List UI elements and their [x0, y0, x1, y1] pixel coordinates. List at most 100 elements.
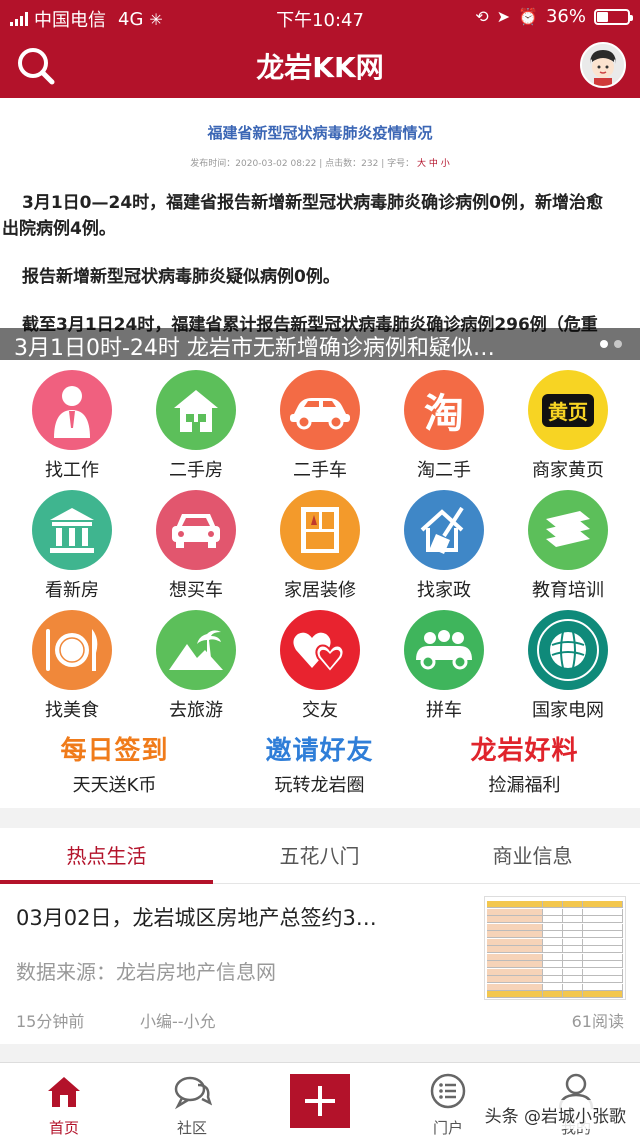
thumbnail-table-cell	[563, 946, 583, 953]
portal-list-icon	[430, 1073, 466, 1109]
tab-miscellany[interactable]: 五花八门	[213, 828, 426, 884]
category-food[interactable]: 找美食	[8, 606, 136, 724]
thumbnail-table-cell	[543, 968, 563, 976]
category-circle	[156, 490, 236, 570]
rotation-lock-icon: ⟲	[475, 7, 489, 26]
banner-doc-title: 福建省新型冠状病毒肺炎疫情情况	[207, 124, 433, 142]
tab-business-info[interactable]: 商业信息	[426, 828, 639, 884]
article-card[interactable]: 03月02日，龙岩城区房地产总签约3… 数据来源：龙岩房地产信息网 15分钟前 …	[0, 884, 640, 1044]
promo-title: 龙岩好料	[470, 736, 579, 766]
thumbnail-table-row	[487, 991, 623, 998]
nav-community[interactable]: 社区	[128, 1063, 256, 1138]
thumbnail-table-cell	[583, 923, 623, 931]
banner-doc-meta: 发布时间：2020-03-02 08:22 | 点击数：232 | 字号： 大 …	[0, 156, 640, 169]
promo-daily-checkin[interactable]: 每日签到 天天送K币	[8, 730, 221, 798]
thumbnail-table-cell	[563, 923, 583, 931]
category-circle	[156, 370, 236, 450]
category-buy-car[interactable]: 想买车	[132, 486, 260, 604]
category-label: 二手车	[293, 460, 347, 481]
category-label: 二手房	[169, 460, 223, 481]
category-education[interactable]: 教育培训	[504, 486, 632, 604]
thumbnail-table-cell	[563, 991, 583, 998]
nav-label: 首页	[48, 1119, 79, 1137]
thumbnail-table-cell	[563, 931, 583, 938]
nav-home[interactable]: 首页	[0, 1063, 128, 1138]
thumbnail-table-cell	[487, 923, 543, 931]
promo-longyan-deals[interactable]: 龙岩好料 捡漏福利	[418, 730, 631, 798]
content-tabs: 热点生活 五花八门 商业信息	[0, 828, 640, 884]
thumbnail-table-row	[487, 953, 623, 961]
carpool-icon	[416, 630, 472, 670]
category-yellow-pages[interactable]: 黄页 商家黄页	[504, 366, 632, 484]
category-second-house[interactable]: 二手房	[132, 366, 260, 484]
category-carpool[interactable]: 拼车	[380, 606, 508, 724]
category-dating[interactable]: 交友	[256, 606, 384, 724]
category-home-decor[interactable]: 家居装修	[256, 486, 384, 604]
article-reads: 61阅读	[571, 1012, 624, 1031]
thumbnail-table-cell	[543, 931, 563, 938]
avatar-button[interactable]	[580, 42, 626, 88]
doc-meta-size: 大 中 小	[416, 159, 450, 169]
category-label: 想买车	[169, 580, 223, 601]
thumbnail-table-cell	[487, 901, 543, 908]
carousel-dots	[600, 340, 622, 348]
thumbnail-table-cell	[543, 991, 563, 998]
category-find-job[interactable]: 找工作	[8, 366, 136, 484]
category-second-car[interactable]: 二手车	[256, 366, 384, 484]
category-circle: 黄页	[528, 370, 608, 450]
thumbnail-table-cell	[583, 968, 623, 976]
battery-icon	[594, 8, 633, 25]
broom-house-icon	[420, 506, 464, 554]
publish-button[interactable]	[290, 1074, 350, 1128]
tab-hot-life[interactable]: 热点生活	[0, 828, 213, 884]
yellow-pages-icon: 黄页	[542, 393, 594, 427]
promo-invite-friends[interactable]: 邀请好友 玩转龙岩圈	[213, 730, 426, 798]
doc-line-3: 报告新增新型冠状病毒肺炎疑似病例0例。	[22, 267, 340, 287]
status-right: ⟲ ➤ ⏰ 36%	[475, 6, 633, 27]
category-state-grid[interactable]: 国家电网	[504, 606, 632, 724]
thumbnail-table-cell	[543, 961, 563, 968]
category-circle	[32, 610, 112, 690]
building-icon	[50, 508, 94, 553]
thumbnail-table-cell	[487, 991, 543, 998]
banner-carousel[interactable]: 福建省新型冠状病毒肺炎疫情情况 发布时间：2020-03-02 08:22 | …	[0, 98, 640, 360]
chat-bubbles-icon	[174, 1076, 212, 1110]
home-icon	[48, 1077, 80, 1107]
article-title[interactable]: 03月02日，龙岩城区房地产总签约3…	[16, 902, 466, 932]
category-label: 淘二手	[417, 460, 471, 481]
plus-icon	[305, 1086, 335, 1116]
category-label: 找家政	[417, 580, 471, 601]
article-thumbnail[interactable]	[484, 896, 626, 1000]
thumbnail-table-row	[487, 931, 623, 938]
category-label: 去旅游	[169, 700, 223, 721]
books-icon	[546, 511, 590, 547]
category-circle	[280, 490, 360, 570]
thumbnail-table-cell	[563, 961, 583, 968]
category-circle	[32, 490, 112, 570]
banner-caption-bar: 3月1日0时-24时 龙岩市无新增确诊病例和疑似…	[0, 328, 640, 360]
thumbnail-table-row	[487, 916, 623, 923]
search-button[interactable]	[14, 44, 58, 88]
category-new-house[interactable]: 看新房	[8, 486, 136, 604]
thumbnail-table-cell	[563, 901, 583, 908]
top-bar: 中国电信 4G ✳ 下午10:47 ⟲ ➤ ⏰ 36% 龙岩KK网	[0, 0, 640, 98]
carousel-dot[interactable]	[600, 340, 608, 348]
alarm-icon: ⏰	[518, 7, 538, 26]
promo-subtitle: 玩转龙岩圈	[274, 775, 365, 796]
battery-percent: 36%	[545, 6, 586, 27]
thumbnail-table-cell	[563, 908, 583, 916]
category-travel[interactable]: 去旅游	[132, 606, 260, 724]
thumbnail-table-cell	[583, 901, 623, 908]
thumbnail-table-cell	[563, 916, 583, 923]
category-housekeeping[interactable]: 找家政	[380, 486, 508, 604]
thumbnail-table-row	[487, 901, 623, 908]
category-tao-second[interactable]: 淘 淘二手	[380, 366, 508, 484]
thumbnail-table-cell	[543, 908, 563, 916]
carousel-dot[interactable]	[614, 340, 622, 348]
category-label: 国家电网	[532, 700, 604, 721]
thumbnail-table-cell	[487, 938, 543, 946]
category-circle	[280, 610, 360, 690]
promo-title: 每日签到	[60, 736, 169, 766]
house-icon	[174, 390, 218, 432]
app-screen: 中国电信 4G ✳ 下午10:47 ⟲ ➤ ⏰ 36% 龙岩KK网 福建省新型冠…	[0, 0, 640, 1138]
